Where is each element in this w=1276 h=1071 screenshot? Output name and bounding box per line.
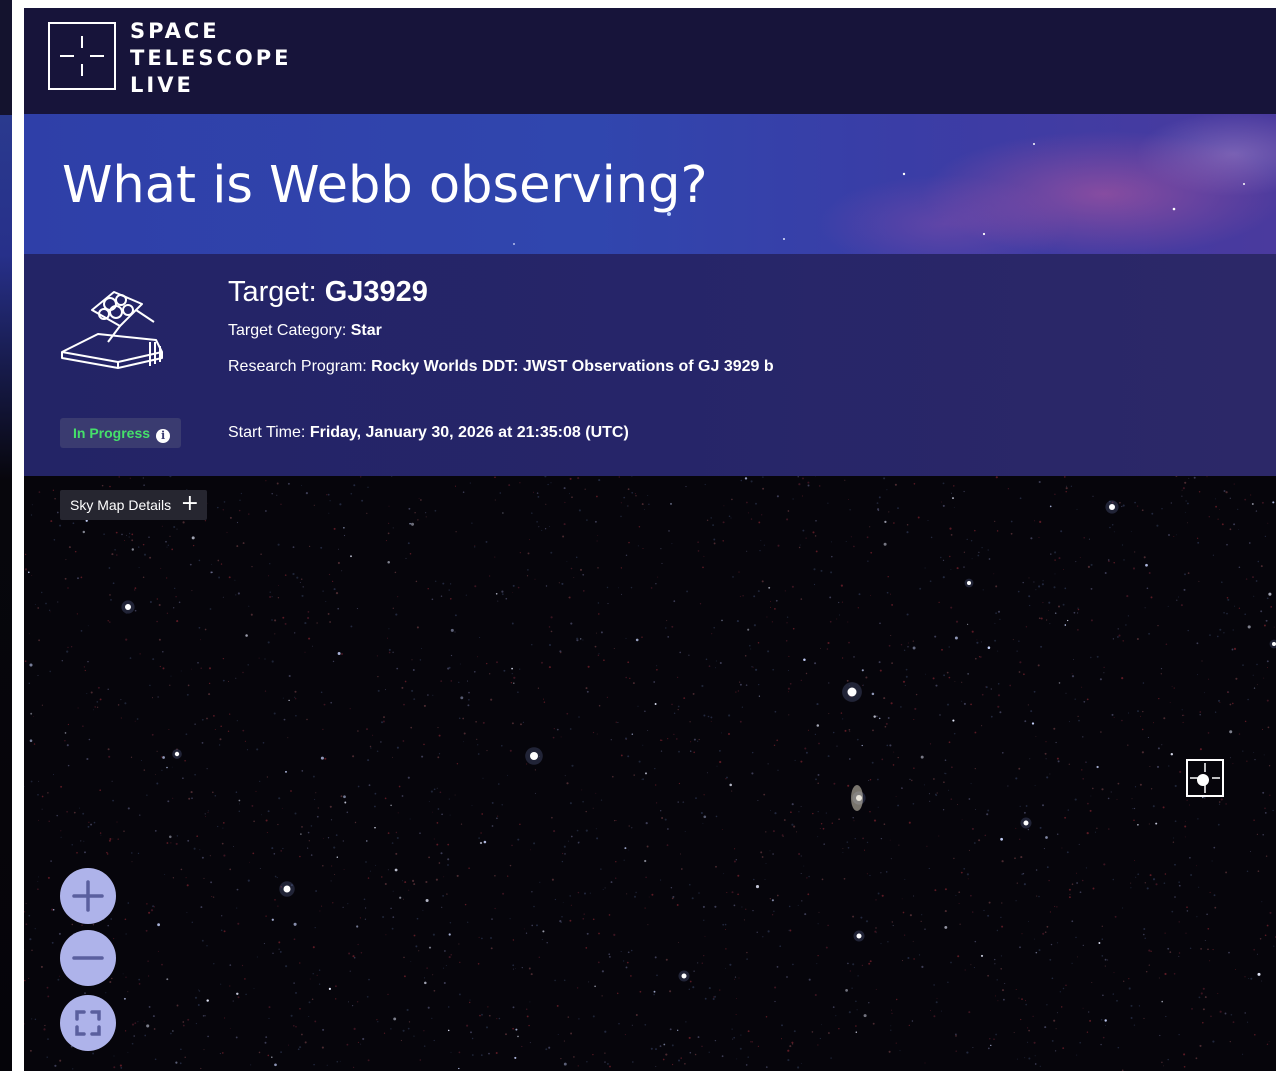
research-program-row: Research Program: Rocky Worlds DDT: JWST… [228,358,774,376]
start-time-value: Friday, January 30, 2026 at 21:35:08 (UT… [309,424,629,441]
start-time-row: Start Time: Friday, January 30, 2026 at … [228,424,629,442]
zoom-out-icon [72,956,104,960]
category-value: Star [350,322,382,339]
program-label: Research Program: [228,358,367,375]
fullscreen-icon [75,1010,101,1036]
star-field [24,476,1276,1071]
site-header: SPACE TELESCOPE LIVE [24,8,1276,114]
zoom-in-button[interactable] [60,868,116,924]
target-category-row: Target Category: Star [228,322,382,340]
sky-map-details-button[interactable]: Sky Map Details + [60,490,207,520]
sky-map[interactable]: Sky Map Details + [24,476,1276,1071]
site-logo-text[interactable]: SPACE TELESCOPE LIVE [130,18,292,99]
zoom-out-button[interactable] [60,930,116,986]
start-time-label: Start Time: [228,424,306,441]
status-label: In Progress [73,425,151,441]
program-value: Rocky Worlds DDT: JWST Observations of G… [371,358,774,375]
sky-map-details-label: Sky Map Details [70,497,172,513]
target-name: GJ3929 [324,276,428,308]
observation-info-panel: Target: GJ3929 Target Category: Star Res… [24,254,1276,476]
background-page-strip [0,0,12,1071]
fullscreen-button[interactable] [60,995,116,1051]
zoom-in-icon [72,880,104,912]
logo-line: TELESCOPE [130,46,292,70]
status-badge[interactable]: In Progress i [60,418,181,448]
page-title: What is Webb observing? [62,156,708,215]
category-label: Target Category: [228,322,347,339]
hero-banner: What is Webb observing? [24,114,1276,254]
target-crosshair-marker[interactable] [1186,759,1224,797]
target-label: Target: [228,276,317,308]
info-icon[interactable]: i [156,429,171,443]
logo-line: LIVE [130,73,194,97]
logo-line: SPACE [130,19,220,43]
target-heading: Target: GJ3929 [228,276,428,309]
crosshair-logo-icon[interactable] [48,22,116,90]
plus-icon: + [180,491,199,516]
telescope-live-page: SPACE TELESCOPE LIVE What is Webb observ… [24,8,1276,1071]
webb-telescope-icon [61,291,163,369]
